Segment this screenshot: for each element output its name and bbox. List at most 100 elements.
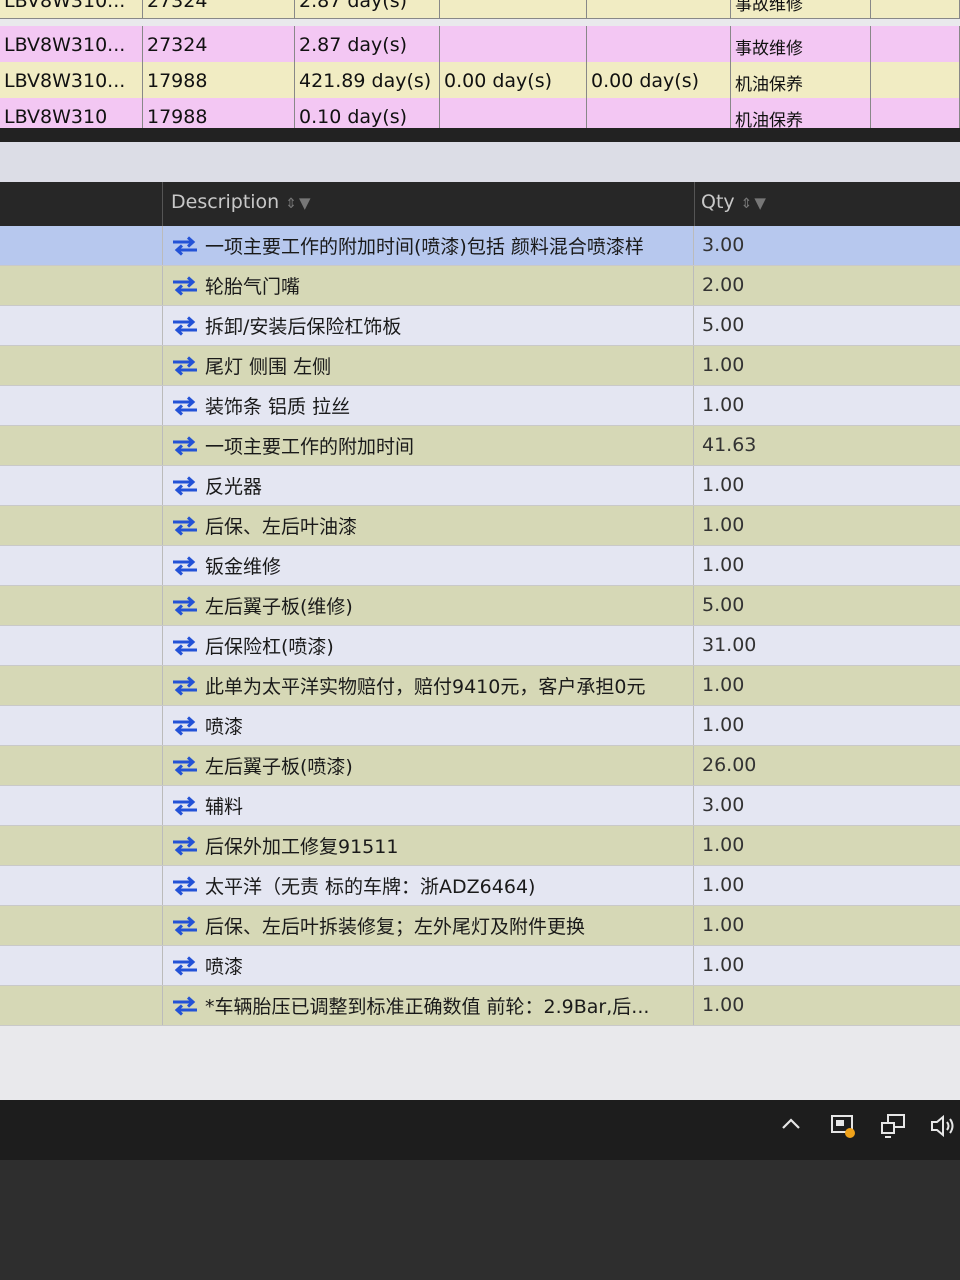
qty-cell: 26.00 (702, 754, 757, 776)
swap-arrows-icon[interactable] (171, 275, 205, 296)
sort-icon[interactable]: ⇕ (741, 196, 753, 212)
description-cell[interactable]: 一项主要工作的附加时间(喷漆)包括 颜料混合喷漆样 (162, 226, 694, 265)
column-header-qty[interactable]: Qty ⇕ ▼ (694, 182, 960, 226)
vehicle-grid-row[interactable]: LBV8W310... 27324 2.87 day(s) 事故维修 (0, 0, 960, 19)
swap-arrows-icon[interactable] (171, 715, 205, 736)
security-icon[interactable] (826, 1112, 860, 1146)
table-row[interactable]: *车辆胎压已调整到标准正确数值 前轮：2.9Bar,后... 1.00 (0, 986, 960, 1026)
swap-arrows-icon[interactable] (171, 675, 205, 696)
swap-arrows-icon[interactable] (171, 235, 205, 256)
description-cell[interactable]: 此单为太平洋实物赔付，赔付9410元，客户承担0元 (162, 666, 694, 705)
description-cell[interactable]: 后保险杠(喷漆) (162, 626, 694, 665)
description-cell[interactable]: 装饰条 铝质 拉丝 (162, 386, 694, 425)
swap-arrows-icon[interactable] (171, 555, 205, 576)
table-row[interactable]: 一项主要工作的附加时间(喷漆)包括 颜料混合喷漆样 3.00 (0, 226, 960, 266)
table-row[interactable]: 装饰条 铝质 拉丝 1.00 (0, 386, 960, 426)
vehicle-grid-cell: 421.89 day(s) (295, 62, 440, 99)
description-text: 后保、左后叶油漆 (205, 516, 358, 538)
table-row[interactable]: 钣金维修 1.00 (0, 546, 960, 586)
table-row[interactable]: 喷漆 1.00 (0, 706, 960, 746)
table-row[interactable]: 此单为太平洋实物赔付，赔付9410元，客户承担0元 1.00 (0, 666, 960, 706)
vehicle-grid-cell (440, 0, 587, 19)
column-header-qty-label: Qty (701, 191, 735, 213)
table-row[interactable]: 左后翼子板(维修) 5.00 (0, 586, 960, 626)
vehicle-grid-cell: 事故维修 (731, 0, 871, 19)
description-cell[interactable]: 尾灯 侧围 左侧 (162, 346, 694, 385)
description-cell[interactable]: 轮胎气门嘴 (162, 266, 694, 305)
swap-arrows-icon[interactable] (171, 355, 205, 376)
filter-icon[interactable]: ▼ (299, 194, 311, 212)
description-cell[interactable]: 太平洋（无责 标的车牌：浙ADZ6464) (162, 866, 694, 905)
qty-cell: 1.00 (702, 674, 745, 696)
table-row[interactable]: 太平洋（无责 标的车牌：浙ADZ6464) 1.00 (0, 866, 960, 906)
description-cell[interactable]: *车辆胎压已调整到标准正确数值 前轮：2.9Bar,后... (162, 986, 694, 1025)
table-row[interactable]: 后保险杠(喷漆) 31.00 (0, 626, 960, 666)
sort-icon[interactable]: ⇕ (285, 196, 297, 212)
swap-arrows-icon[interactable] (171, 875, 205, 896)
table-row[interactable]: 后保、左后叶油漆 1.00 (0, 506, 960, 546)
swap-arrows-icon[interactable] (171, 395, 205, 416)
swap-arrows-icon[interactable] (171, 595, 205, 616)
qty-cell: 5.00 (702, 314, 745, 336)
table-row[interactable]: 轮胎气门嘴 2.00 (0, 266, 960, 306)
grid-divider (0, 128, 960, 142)
swap-arrows-icon[interactable] (171, 315, 205, 336)
network-icon[interactable] (876, 1112, 910, 1146)
column-header-description[interactable]: Description ⇕ ▼ (162, 182, 694, 226)
description-cell[interactable]: 反光器 (162, 466, 694, 505)
vehicle-grid-row[interactable]: LBV8W310... 17988 421.89 day(s) 0.00 day(s)… (0, 62, 960, 99)
description-cell[interactable]: 喷漆 (162, 706, 694, 745)
table-row[interactable]: 辅料 3.00 (0, 786, 960, 826)
description-text: 轮胎气门嘴 (205, 276, 301, 298)
swap-arrows-icon[interactable] (171, 635, 205, 656)
swap-arrows-icon[interactable] (171, 955, 205, 976)
table-row[interactable]: 喷漆 1.00 (0, 946, 960, 986)
swap-arrows-icon[interactable] (171, 755, 205, 776)
detail-table-body: 一项主要工作的附加时间(喷漆)包括 颜料混合喷漆样 3.00 轮胎气门嘴 2.00 拆卸… (0, 226, 960, 1026)
description-cell[interactable]: 喷漆 (162, 946, 694, 985)
description-cell[interactable]: 左后翼子板(喷漆) (162, 746, 694, 785)
monitor-bezel (0, 1160, 960, 1280)
vehicle-grid-row[interactable]: LBV8W310... 27324 2.87 day(s) 事故维修 (0, 26, 960, 63)
table-row[interactable]: 拆卸/安装后保险杠饰板 5.00 (0, 306, 960, 346)
swap-arrows-icon[interactable] (171, 515, 205, 536)
description-cell[interactable]: 拆卸/安装后保险杠饰板 (162, 306, 694, 345)
vehicle-grid-cell: LBV8W310... (0, 62, 143, 99)
description-text: 喷漆 (205, 956, 244, 978)
chevron-up-icon[interactable] (774, 1112, 808, 1146)
swap-arrows-icon[interactable] (171, 475, 205, 496)
description-cell[interactable]: 后保、左后叶拆装修复；左外尾灯及附件更换 (162, 906, 694, 945)
swap-arrows-icon[interactable] (171, 835, 205, 856)
description-cell[interactable]: 后保、左后叶油漆 (162, 506, 694, 545)
description-cell[interactable]: 一项主要工作的附加时间 (162, 426, 694, 465)
description-cell[interactable]: 辅料 (162, 786, 694, 825)
qty-cell: 1.00 (702, 994, 745, 1016)
table-row[interactable]: 后保、左后叶拆装修复；左外尾灯及附件更换 1.00 (0, 906, 960, 946)
description-cell[interactable]: 左后翼子板(维修) (162, 586, 694, 625)
volume-icon[interactable] (926, 1112, 960, 1146)
description-text: 后保险杠(喷漆) (205, 636, 334, 658)
vehicle-grid-cell: LBV8W310... (0, 26, 143, 63)
qty-cell: 2.00 (702, 274, 745, 296)
vehicle-grid-cell: 0.00 day(s) (587, 62, 731, 99)
description-cell[interactable]: 后保外加工修复91511 (162, 826, 694, 865)
vehicle-grid-cell (871, 0, 960, 19)
table-row[interactable]: 一项主要工作的附加时间 41.63 (0, 426, 960, 466)
swap-arrows-icon[interactable] (171, 915, 205, 936)
vehicle-grid: LBV8W310... 27324 2.87 day(s) 事故维修 LBV8W310.… (0, 0, 960, 135)
vehicle-grid-cell (871, 26, 960, 63)
qty-cell: 1.00 (702, 514, 745, 536)
table-row[interactable]: 尾灯 侧围 左侧 1.00 (0, 346, 960, 386)
description-text: 装饰条 铝质 拉丝 (205, 396, 351, 418)
vehicle-grid-cell (871, 62, 960, 99)
description-cell[interactable]: 钣金维修 (162, 546, 694, 585)
swap-arrows-icon[interactable] (171, 795, 205, 816)
swap-arrows-icon[interactable] (171, 995, 205, 1016)
table-row[interactable]: 反光器 1.00 (0, 466, 960, 506)
filter-icon[interactable]: ▼ (754, 194, 766, 212)
vehicle-grid-cell: 17988 (143, 62, 295, 99)
qty-cell: 41.63 (702, 434, 757, 456)
table-row[interactable]: 左后翼子板(喷漆) 26.00 (0, 746, 960, 786)
swap-arrows-icon[interactable] (171, 435, 205, 456)
table-row[interactable]: 后保外加工修复91511 1.00 (0, 826, 960, 866)
